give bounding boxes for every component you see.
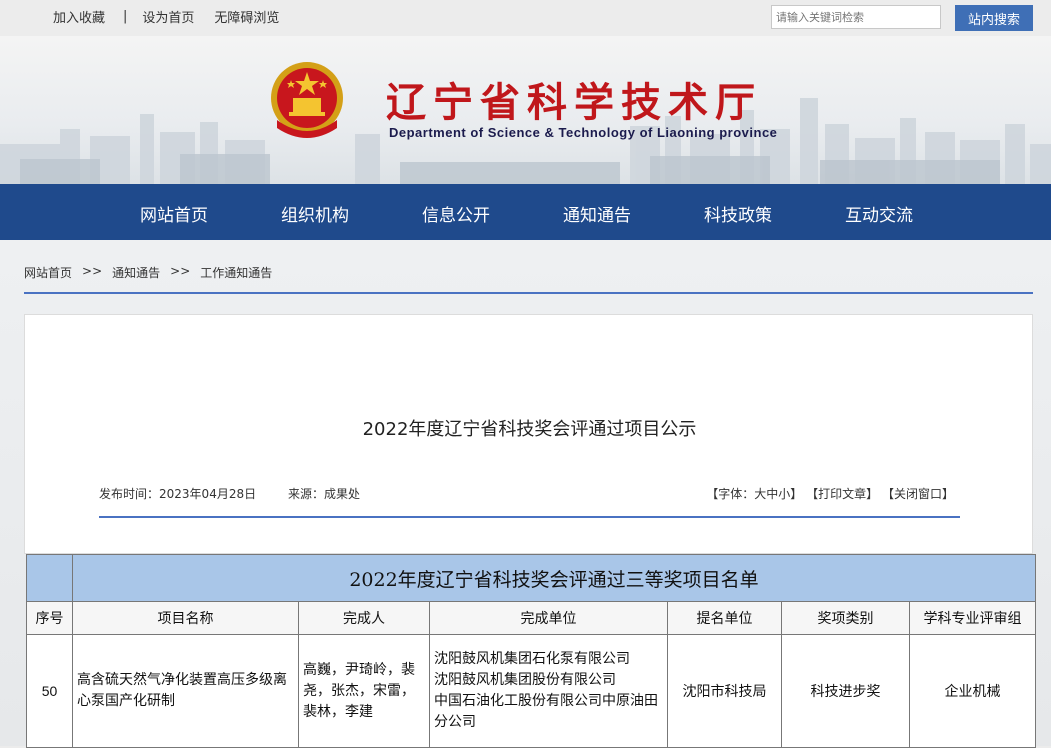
breadcrumb-separator: >> xyxy=(82,264,103,278)
national-emblem-icon xyxy=(271,62,343,138)
row-number: 50 xyxy=(26,634,73,748)
nav-item-notices[interactable]: 通知通告 xyxy=(563,201,631,226)
table-caption: 2022年度辽宁省科技奖会评通过三等奖项目名单 xyxy=(71,554,1037,602)
row-people: 高巍，尹琦岭，裴尧，张杰，宋雷，裴林，李建 xyxy=(298,634,430,748)
nav-item-organization[interactable]: 组织机构 xyxy=(281,201,349,226)
source-value: 成果处 xyxy=(323,487,360,501)
article-tools: 【字体：大中小】 【打印文章】 【关闭窗口】 xyxy=(706,485,954,502)
nav-item-home[interactable]: 网站首页 xyxy=(140,201,208,226)
font-size-tool[interactable]: 【字体：大中小】 xyxy=(706,487,802,501)
source-label: 来源： xyxy=(287,487,324,501)
row-unit: 沈阳鼓风机集团股份有限公司 xyxy=(434,672,616,688)
top-links-divider: | xyxy=(123,9,128,24)
breadcrumb-separator: >> xyxy=(170,264,191,278)
publish-label: 发布时间： xyxy=(99,487,160,501)
site-title-english: Department of Science & Technology of Li… xyxy=(389,125,778,140)
table-row: 50 高含硫天然气净化装置高压多级离心泵国产化研制 高巍，尹琦岭，裴尧，张杰，宋… xyxy=(26,634,1037,748)
nav-item-policy[interactable]: 科技政策 xyxy=(704,201,772,226)
header-category: 奖项类别 xyxy=(781,601,910,635)
site-title: 辽宁省科学技术厅 xyxy=(386,80,762,126)
site-search-button[interactable]: 站内搜索 xyxy=(955,5,1033,31)
breadcrumb-home[interactable]: 网站首页 xyxy=(24,264,72,281)
nav-item-information[interactable]: 信息公开 xyxy=(422,201,490,226)
top-links: 加入收藏 | 设为首页 无障碍浏览 xyxy=(53,7,279,26)
nav-item-interaction[interactable]: 互动交流 xyxy=(845,201,913,226)
print-article-button[interactable]: 【打印文章】 xyxy=(806,487,878,501)
award-table: 2022年度辽宁省科技奖会评通过三等奖项目名单 序号 项目名称 完成人 完成单位… xyxy=(26,554,1037,748)
row-category: 科技进步奖 xyxy=(781,634,910,748)
header-units: 完成单位 xyxy=(429,601,668,635)
main-nav: 网站首页 组织机构 信息公开 通知通告 科技政策 互动交流 xyxy=(0,184,1051,240)
header-group: 学科专业评审组 xyxy=(908,601,1037,635)
add-favorite-link[interactable]: 加入收藏 xyxy=(53,7,105,26)
top-bar: 加入收藏 | 设为首页 无障碍浏览 站内搜索 xyxy=(0,0,1051,36)
header-number: 序号 xyxy=(26,601,73,635)
row-unit: 沈阳鼓风机集团石化泵有限公司 xyxy=(434,651,630,667)
row-project: 高含硫天然气净化装置高压多级离心泵国产化研制 xyxy=(72,634,299,748)
set-homepage-link[interactable]: 设为首页 xyxy=(142,7,194,26)
publish-date: 2023年04月28日 xyxy=(159,487,257,501)
header-people: 完成人 xyxy=(298,601,430,635)
header-nominator: 提名单位 xyxy=(667,601,782,635)
header-project: 项目名称 xyxy=(72,601,299,635)
close-window-button[interactable]: 【关闭窗口】 xyxy=(882,487,954,501)
search-input[interactable] xyxy=(771,5,941,29)
table-caption-spacer xyxy=(26,554,73,602)
row-unit: 中国石油化工股份有限公司中原油田分公司 xyxy=(434,693,658,730)
header-banner: 辽宁省科学技术厅 Department of Science & Technol… xyxy=(0,36,1051,184)
article-title: 2022年度辽宁省科技奖会评通过项目公示 xyxy=(362,419,697,440)
meta-divider xyxy=(99,516,960,518)
breadcrumb-divider xyxy=(24,292,1033,294)
accessibility-link[interactable]: 无障碍浏览 xyxy=(214,7,279,26)
breadcrumb-work-notices[interactable]: 工作通知通告 xyxy=(200,264,272,281)
article-panel: 2022年度辽宁省科技奖会评通过项目公示 发布时间：2023年04月28日 来源… xyxy=(24,314,1033,554)
row-group: 企业机械 xyxy=(908,634,1037,748)
row-units: 沈阳鼓风机集团石化泵有限公司 沈阳鼓风机集团股份有限公司 中国石油化工股份有限公… xyxy=(429,634,668,748)
breadcrumb: 网站首页 >> 通知通告 >> 工作通知通告 xyxy=(24,264,272,281)
article-meta: 发布时间：2023年04月28日 来源：成果处 xyxy=(99,485,360,502)
breadcrumb-notices[interactable]: 通知通告 xyxy=(112,264,160,281)
row-nominator: 沈阳市科技局 xyxy=(667,634,782,748)
